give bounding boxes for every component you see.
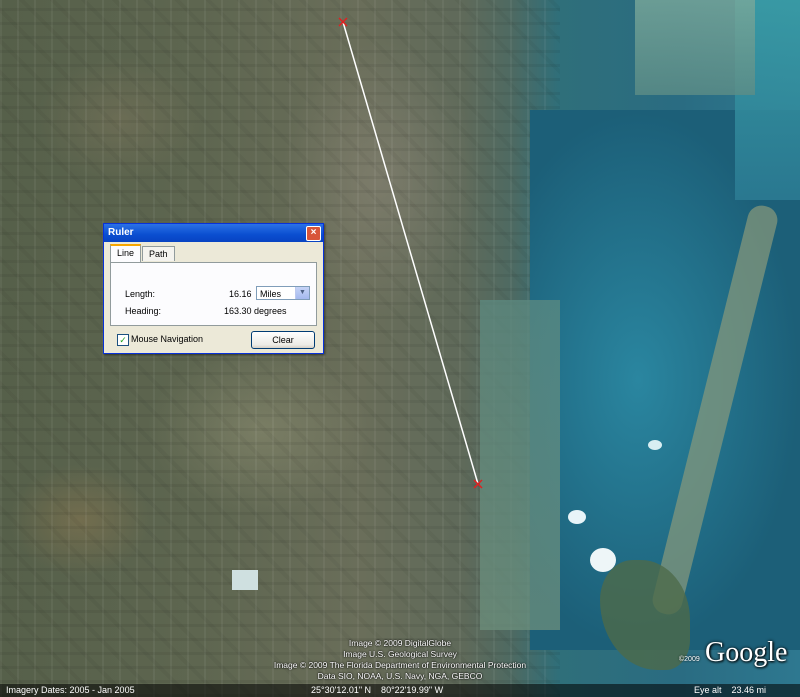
- attribution-line: Data SIO, NOAA, U.S. Navy, NGA, GEBCO: [317, 671, 483, 681]
- length-value: 16.16: [229, 289, 252, 299]
- unit-select[interactable]: Miles ▼: [256, 286, 310, 300]
- chevron-down-icon[interactable]: ▼: [295, 287, 309, 299]
- start-placemark: [338, 17, 348, 27]
- heading-value: 163.30 degrees: [224, 306, 287, 316]
- tab-path[interactable]: Path: [142, 246, 175, 261]
- pointer-coordinates: 25°30'12.01" N 80°22'19.99" W: [311, 685, 444, 695]
- clear-button[interactable]: Clear: [251, 331, 315, 349]
- measurement-line: [342, 21, 479, 485]
- eye-altitude: Eye alt 23.46 mi: [694, 685, 767, 695]
- ruler-title-bar[interactable]: Ruler ×: [104, 224, 323, 242]
- imagery-dates: Imagery Dates: 2005 - Jan 2005: [6, 685, 135, 695]
- close-icon[interactable]: ×: [306, 226, 321, 241]
- logo-copyright: ©2009: [679, 656, 700, 663]
- ruler-dialog[interactable]: Ruler × Line Path Length: 16.16 Miles ▼ …: [103, 223, 324, 354]
- heading-label: Heading:: [125, 306, 162, 316]
- unit-value: Miles: [260, 289, 282, 299]
- mouse-navigation-checkbox[interactable]: ✓: [117, 334, 129, 346]
- ruler-panel: Length: 16.16 Miles ▼ Heading: 163.30 de…: [110, 262, 317, 326]
- attribution-line: Image © 2009 DigitalGlobe: [348, 638, 452, 648]
- google-logo: Google: [705, 637, 788, 668]
- mouse-navigation-label: Mouse Navigation: [131, 334, 204, 344]
- ruler-tabs: Line Path: [110, 244, 176, 262]
- tab-line[interactable]: Line: [110, 244, 142, 262]
- length-label: Length:: [125, 289, 156, 299]
- end-placemark: [473, 479, 483, 489]
- status-bar: Imagery Dates: 2005 - Jan 2005 25°30'12.…: [0, 684, 800, 697]
- ruler-title: Ruler: [108, 227, 134, 238]
